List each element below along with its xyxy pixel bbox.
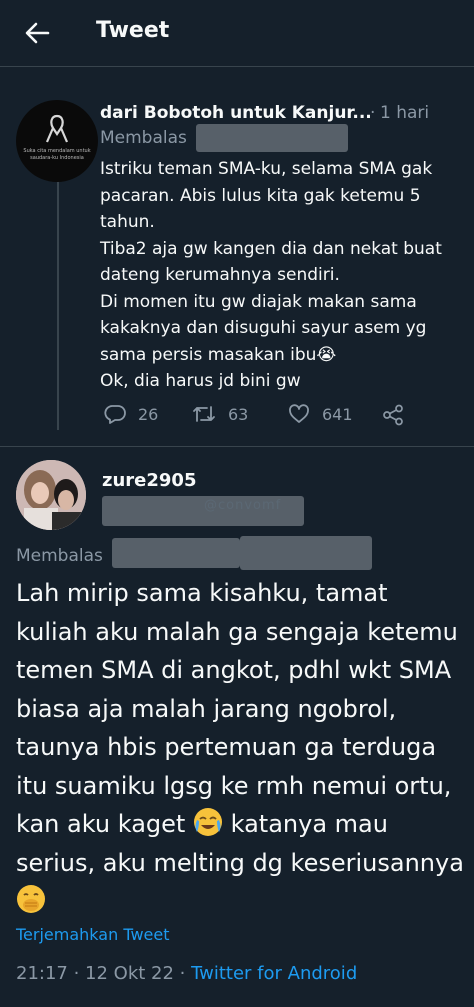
heart-icon [289,404,309,423]
tweet-line: Istriku teman SMA-ku, selama SMA gak pac… [100,159,433,232]
more-separator: · [370,103,376,123]
avatar-caption: Suka cita mendalam untuk saudara-ku Indo… [23,148,91,161]
share-icon [383,404,403,426]
retweet-count: 63 [228,404,249,424]
retweet-button[interactable]: 63 [192,404,248,424]
divider [0,446,474,447]
like-count: 641 [322,404,353,424]
avatar[interactable]: Suka cita mendalam untuk saudara-ku Indo… [16,100,98,182]
top-bar: Tweet [0,0,474,67]
username[interactable]: zure2905 [102,470,196,491]
reply-icon [104,405,126,424]
back-button[interactable] [20,16,54,50]
tweet-meta: 21:17 · 12 Okt 22 · Twitter for Android [16,963,357,984]
tweet-time[interactable]: 1 hari [380,103,429,123]
source-link[interactable]: Twitter for Android [191,963,357,984]
thread-connector [57,160,59,430]
action-bar: 26 63 641 [100,404,430,434]
crying-face-emoji [193,807,223,837]
reply-button[interactable]: 26 [104,404,158,424]
reply-prefix: Membalas [100,128,187,148]
like-button[interactable]: 641 [288,404,353,424]
retweet-icon [193,406,215,422]
tweet-text: Lah mirip sama kisahku, tamat kuliah aku… [16,579,458,838]
translate-tweet-link[interactable]: Terjemahkan Tweet [16,925,169,944]
arrow-left-icon [25,22,50,44]
share-button[interactable] [382,404,404,426]
blurred-handle [112,538,240,568]
tweet-body: Lah mirip sama kisahku, tamat kuliah aku… [16,574,466,921]
avatar[interactable] [16,460,86,530]
page-title: Tweet [96,18,170,43]
profile-photo [16,460,86,530]
blurred-handle [240,536,372,570]
tweet-body: Istriku teman SMA-ku, selama SMA gak pac… [100,156,460,395]
face-with-hand-over-mouth-emoji [16,884,46,914]
watermark: @convomf [204,498,282,513]
tweet-line: Ok, dia harus jd bini gw [100,371,301,391]
ribbon-icon [45,114,69,143]
tweet-line: Di momen itu gw diajak makan sama kakakn… [100,291,427,365]
reply-count: 26 [138,404,159,424]
author-name[interactable]: dari Bobotoh untuk Kanjur... [100,103,372,123]
timestamp[interactable]: 21:17 · 12 Okt 22 · [16,963,185,984]
blurred-handle [196,124,348,152]
tweet-line: Tiba2 aja gw kangen dia dan nekat buat d… [100,238,442,286]
reply-prefix: Membalas [16,546,103,566]
